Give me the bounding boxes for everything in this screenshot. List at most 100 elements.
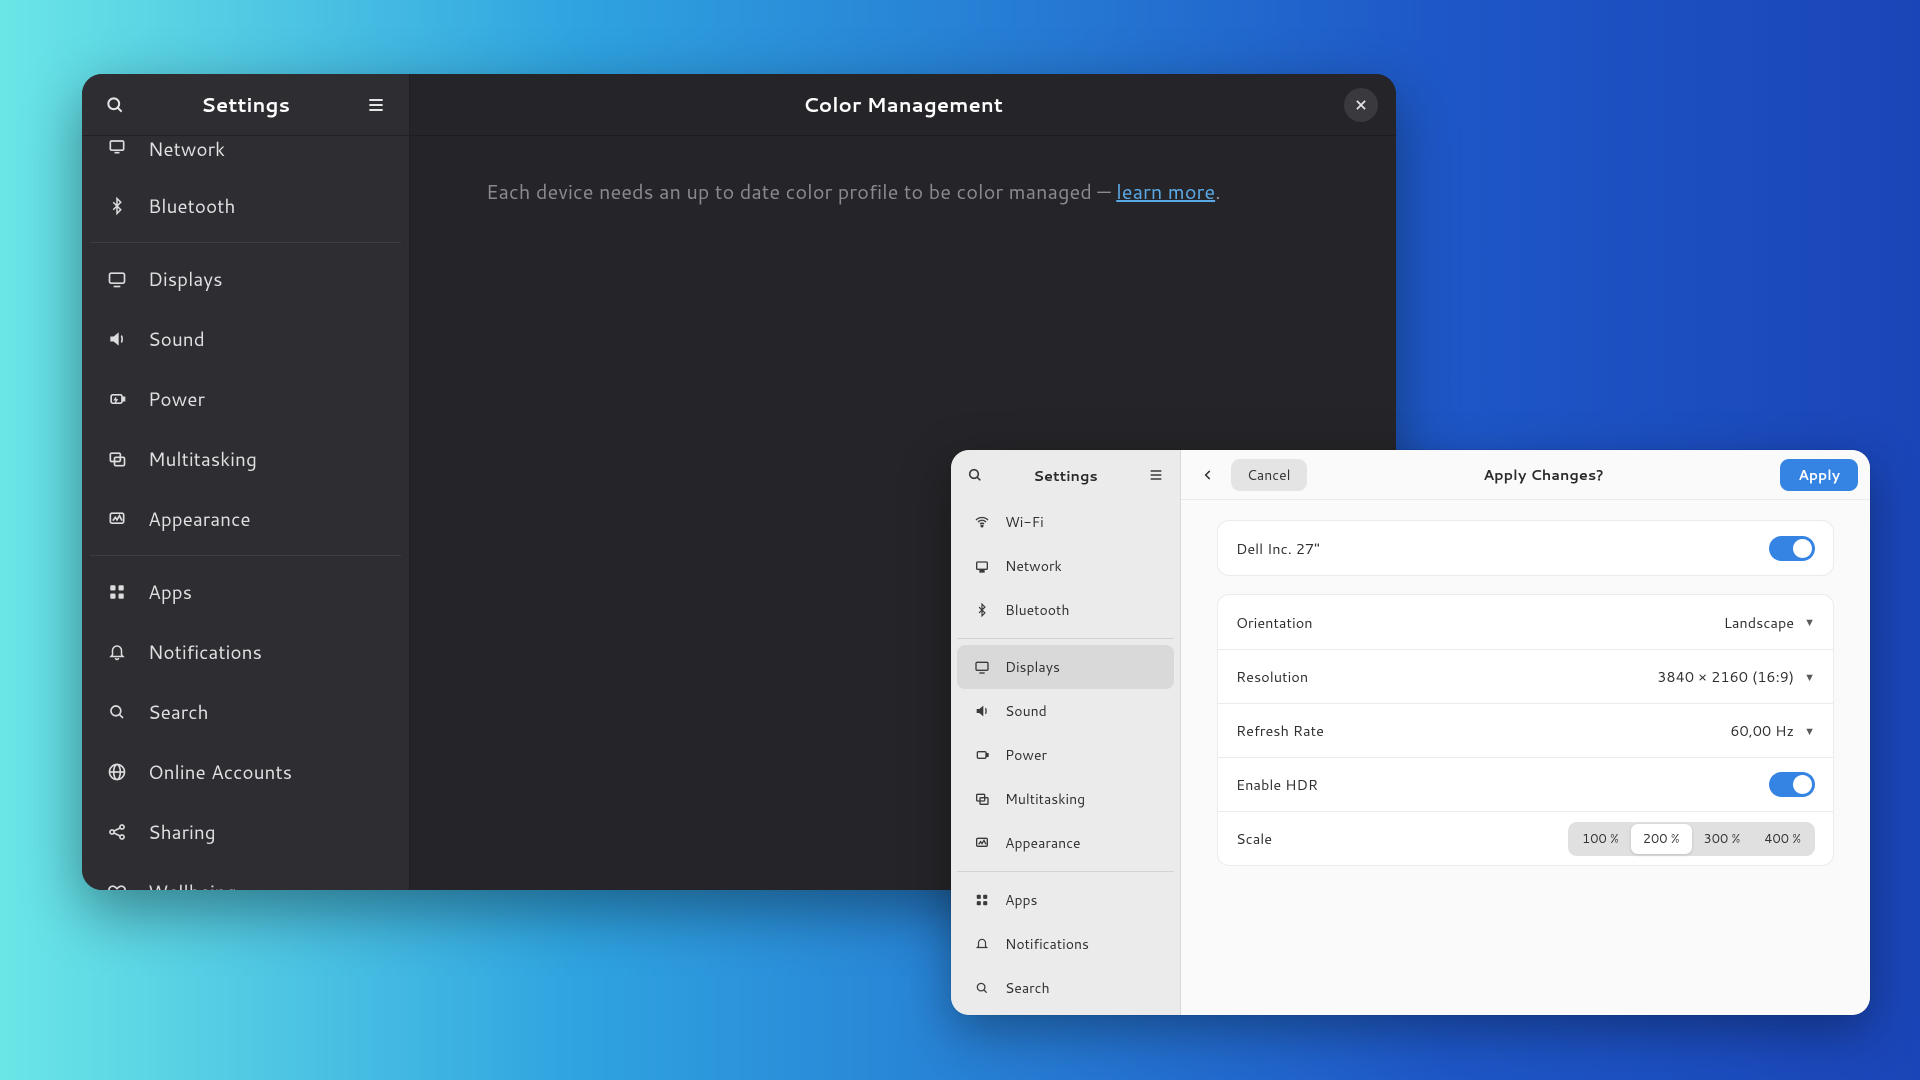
sound-icon bbox=[973, 703, 991, 719]
apply-label: Apply bbox=[1798, 465, 1840, 485]
bell-icon bbox=[973, 936, 991, 952]
display-settings-card: Orientation Landscape ▼ Resolution 3840 … bbox=[1217, 594, 1834, 866]
share-icon bbox=[104, 822, 130, 842]
chevron-down-icon: ▼ bbox=[1804, 669, 1815, 685]
sidebar-item-apps[interactable]: Apps bbox=[957, 878, 1174, 922]
wifi-icon bbox=[973, 514, 991, 530]
sidebar-item-apps[interactable]: Apps bbox=[82, 562, 409, 622]
sidebar-item-wifi[interactable]: Wi-Fi bbox=[957, 500, 1174, 544]
sidebar-item-label: Bluetooth bbox=[148, 193, 236, 220]
sidebar-item-multitasking[interactable]: Multitasking bbox=[957, 777, 1174, 821]
search-icon[interactable] bbox=[100, 90, 130, 120]
bluetooth-icon bbox=[104, 196, 130, 216]
bluetooth-icon bbox=[973, 602, 991, 618]
scale-option-200[interactable]: 200 % bbox=[1631, 824, 1692, 854]
hdr-toggle[interactable] bbox=[1769, 772, 1815, 797]
cancel-label: Cancel bbox=[1247, 465, 1291, 485]
scale-label: Scale bbox=[1236, 828, 1272, 849]
dark-sidebar-title: Settings bbox=[201, 91, 290, 119]
sidebar-item-displays[interactable]: Displays bbox=[82, 249, 409, 309]
sidebar-item-search[interactable]: Search bbox=[957, 966, 1174, 1010]
resolution-row[interactable]: Resolution 3840 × 2160 (16:9) ▼ bbox=[1218, 649, 1833, 703]
separator bbox=[90, 242, 401, 243]
refresh-label: Refresh Rate bbox=[1236, 720, 1324, 741]
apply-button[interactable]: Apply bbox=[1780, 459, 1858, 491]
sidebar-item-label: Multitasking bbox=[1005, 789, 1085, 809]
search-icon[interactable] bbox=[963, 463, 987, 487]
sidebar-item-online-accounts[interactable]: Online Accounts bbox=[82, 742, 409, 802]
hdr-label: Enable HDR bbox=[1236, 774, 1318, 795]
orientation-label: Orientation bbox=[1236, 612, 1313, 633]
sidebar-item-bluetooth[interactable]: Bluetooth bbox=[82, 176, 409, 236]
learn-more-link[interactable]: learn more bbox=[1116, 178, 1215, 206]
sidebar-item-label: Search bbox=[1005, 978, 1050, 998]
sidebar-item-label: Appearance bbox=[148, 506, 251, 533]
sidebar-item-label: Network bbox=[1005, 556, 1062, 576]
sidebar-item-label: Power bbox=[148, 386, 205, 413]
display-enabled-toggle[interactable] bbox=[1769, 536, 1815, 561]
globe-icon bbox=[104, 762, 130, 782]
display-settings-content: Dell Inc. 27" Orientation Landscape ▼ Re… bbox=[1181, 500, 1870, 904]
multitasking-icon bbox=[973, 791, 991, 807]
sidebar-item-notifications[interactable]: Notifications bbox=[82, 622, 409, 682]
sidebar-item-sound[interactable]: Sound bbox=[957, 689, 1174, 733]
refresh-rate-row[interactable]: Refresh Rate 60,00 Hz ▼ bbox=[1218, 703, 1833, 757]
sidebar-item-label: Sound bbox=[148, 326, 205, 353]
separator bbox=[957, 871, 1174, 872]
scale-option-400[interactable]: 400 % bbox=[1752, 824, 1813, 854]
sidebar-item-label: Search bbox=[148, 699, 209, 726]
sidebar-item-notifications[interactable]: Notifications bbox=[957, 922, 1174, 966]
back-button[interactable] bbox=[1193, 460, 1223, 490]
cancel-button[interactable]: Cancel bbox=[1231, 459, 1307, 491]
orientation-value: Landscape bbox=[1724, 612, 1794, 633]
hdr-row: Enable HDR bbox=[1218, 757, 1833, 811]
hamburger-icon[interactable] bbox=[361, 90, 391, 120]
sidebar-item-network[interactable]: Network bbox=[82, 136, 409, 176]
dark-sidebar: Settings Network Bluetooth Displays bbox=[82, 74, 410, 890]
orientation-row[interactable]: Orientation Landscape ▼ bbox=[1218, 595, 1833, 649]
sidebar-item-power[interactable]: Power bbox=[82, 369, 409, 429]
page-title: Apply Changes? bbox=[1315, 464, 1773, 485]
sidebar-item-label: Displays bbox=[1005, 657, 1060, 677]
sidebar-item-appearance[interactable]: Appearance bbox=[957, 821, 1174, 865]
sidebar-item-sharing[interactable]: Sharing bbox=[82, 802, 409, 862]
scale-row: Scale 100 % 200 % 300 % 400 % bbox=[1218, 811, 1833, 865]
search-icon bbox=[104, 703, 130, 721]
sidebar-item-search[interactable]: Search bbox=[82, 682, 409, 742]
heart-icon bbox=[104, 882, 130, 890]
sidebar-item-power[interactable]: Power bbox=[957, 733, 1174, 777]
sidebar-item-label: Power bbox=[1005, 745, 1047, 765]
sidebar-item-displays[interactable]: Displays bbox=[957, 645, 1174, 689]
sidebar-item-label: Network bbox=[148, 136, 225, 163]
scale-segmented: 100 % 200 % 300 % 400 % bbox=[1568, 822, 1815, 856]
display-enable-card: Dell Inc. 27" bbox=[1217, 520, 1834, 576]
search-icon bbox=[973, 981, 991, 995]
settings-window-light: Settings Wi-Fi Network Bluetooth bbox=[951, 450, 1870, 1015]
sound-icon bbox=[104, 329, 130, 349]
separator bbox=[957, 638, 1174, 639]
separator bbox=[90, 555, 401, 556]
sidebar-item-sound[interactable]: Sound bbox=[82, 309, 409, 369]
displays-icon bbox=[973, 659, 991, 675]
sidebar-item-multitasking[interactable]: Multitasking bbox=[82, 429, 409, 489]
sidebar-item-network[interactable]: Network bbox=[957, 544, 1174, 588]
refresh-value: 60,00 Hz bbox=[1730, 720, 1794, 741]
intro-text: Each device needs an up to date color pr… bbox=[486, 178, 1116, 206]
sidebar-item-label: Notifications bbox=[148, 639, 262, 666]
network-icon bbox=[973, 558, 991, 574]
multitasking-icon bbox=[104, 449, 130, 469]
appearance-icon bbox=[973, 835, 991, 851]
close-button[interactable] bbox=[1344, 88, 1378, 122]
sidebar-item-label: Sound bbox=[1005, 701, 1047, 721]
display-name: Dell Inc. 27" bbox=[1236, 538, 1320, 559]
sidebar-item-appearance[interactable]: Appearance bbox=[82, 489, 409, 549]
scale-option-300[interactable]: 300 % bbox=[1692, 824, 1753, 854]
scale-option-100[interactable]: 100 % bbox=[1570, 824, 1631, 854]
apps-icon bbox=[104, 583, 130, 601]
apps-icon bbox=[973, 893, 991, 907]
sidebar-item-label: Multitasking bbox=[148, 446, 257, 473]
sidebar-item-wellbeing[interactable]: Wellbeing bbox=[82, 862, 409, 890]
sidebar-item-bluetooth[interactable]: Bluetooth bbox=[957, 588, 1174, 632]
hamburger-icon[interactable] bbox=[1144, 463, 1168, 487]
sidebar-item-label: Notifications bbox=[1005, 934, 1089, 954]
